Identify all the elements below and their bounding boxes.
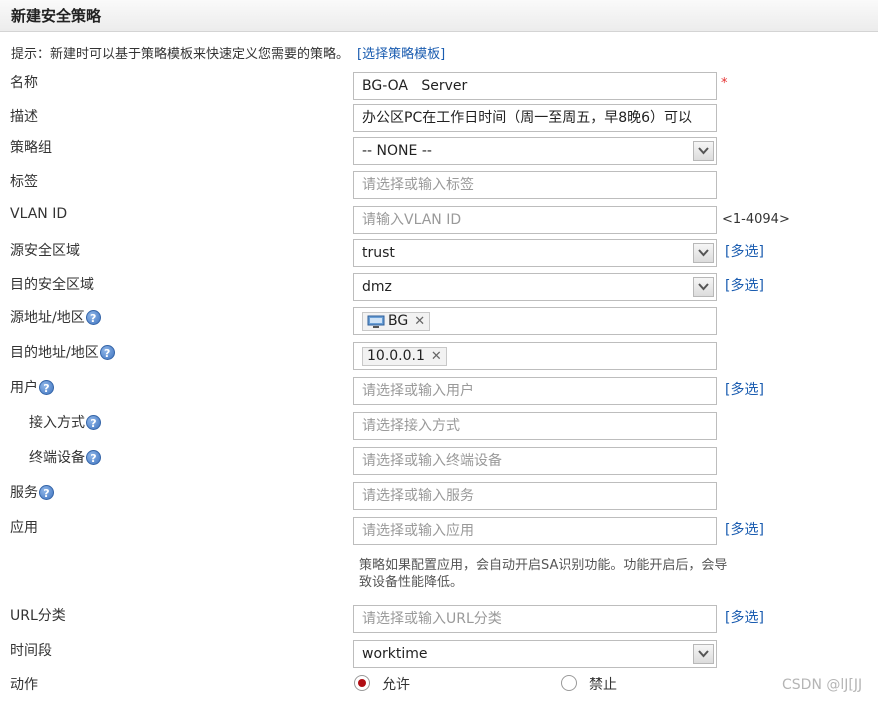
application-note: 策略如果配置应用，会自动开启SA识别功能。功能开启后，会导致设备性能降低。 <box>359 558 728 590</box>
dialog-titlebar: 新建安全策略 <box>0 0 878 32</box>
action-label: 动作 <box>10 677 38 693</box>
src-zone-value: trust <box>362 245 395 261</box>
vlan-label: VLAN ID <box>10 206 68 222</box>
group-select[interactable]: -- NONE -- <box>353 137 717 165</box>
help-icon[interactable]: ? <box>39 484 54 500</box>
dst-zone-value: dmz <box>362 279 392 295</box>
dst-zone-select[interactable]: dmz <box>353 273 717 301</box>
dialog-title: 新建安全策略 <box>11 7 102 25</box>
dst-addr-label: 目的地址/地区? <box>10 342 115 362</box>
chevron-down-icon[interactable] <box>693 277 714 297</box>
service-placeholder: 请选择或输入服务 <box>362 488 474 504</box>
application-label: 应用 <box>10 520 38 536</box>
url-multi-link[interactable]: [多选] <box>725 607 764 627</box>
schedule-value: worktime <box>362 646 428 662</box>
watermark: CSDN @lJ[JJ <box>782 677 863 693</box>
vlan-input[interactable]: 请输入VLAN ID <box>353 206 717 234</box>
name-value: BG-OA Server <box>362 78 468 94</box>
help-icon[interactable]: ? <box>85 309 101 325</box>
tags-label: 标签 <box>10 174 38 190</box>
help-icon[interactable]: ? <box>86 449 101 465</box>
vlan-placeholder: 请输入VLAN ID <box>362 212 462 228</box>
name-label: 名称 <box>10 75 38 91</box>
action-deny-label[interactable]: 禁止 <box>589 674 617 694</box>
service-label: 服务? <box>10 482 54 502</box>
group-label: 策略组 <box>10 140 52 156</box>
dst-addr-field[interactable]: 10.0.0.1 ✕ <box>353 342 717 370</box>
service-input[interactable]: 请选择或输入服务 <box>353 482 717 510</box>
computer-icon <box>367 315 385 328</box>
schedule-select[interactable]: worktime <box>353 640 717 668</box>
terminal-label-text: 终端设备 <box>29 450 85 466</box>
chevron-down-icon[interactable] <box>693 644 714 664</box>
service-label-text: 服务 <box>10 485 38 501</box>
tags-placeholder: 请选择或输入标签 <box>362 177 474 193</box>
user-placeholder: 请选择或输入用户 <box>362 383 474 399</box>
access-input[interactable]: 请选择接入方式 <box>353 412 717 440</box>
src-addr-tag: BG ✕ <box>362 312 431 331</box>
dst-addr-label-text: 目的地址/地区 <box>10 345 99 361</box>
dst-zone-label: 目的安全区域 <box>10 277 94 293</box>
group-value: -- NONE -- <box>362 143 432 159</box>
remove-tag-icon[interactable]: ✕ <box>431 348 442 365</box>
help-icon[interactable]: ? <box>99 344 115 360</box>
chevron-down-icon[interactable] <box>693 243 714 263</box>
src-addr-tag-text: BG <box>388 313 409 329</box>
application-placeholder: 请选择或输入应用 <box>362 523 474 539</box>
src-addr-field[interactable]: BG ✕ <box>353 307 717 335</box>
src-zone-multi-link[interactable]: [多选] <box>725 241 764 261</box>
access-label: 接入方式? <box>29 412 101 432</box>
dst-addr-tag-text: 10.0.0.1 <box>367 348 425 364</box>
application-input[interactable]: 请选择或输入应用 <box>353 517 717 545</box>
schedule-label: 时间段 <box>10 643 52 659</box>
help-icon[interactable]: ? <box>86 414 101 430</box>
select-template-link[interactable]: [选择策略模板] <box>357 47 445 62</box>
url-input[interactable]: 请选择或输入URL分类 <box>353 605 717 633</box>
dst-addr-tag: 10.0.0.1 ✕ <box>362 347 447 366</box>
src-zone-select[interactable]: trust <box>353 239 717 267</box>
terminal-label: 终端设备? <box>29 447 101 467</box>
description-label: 描述 <box>10 109 38 125</box>
help-icon[interactable]: ? <box>39 379 54 395</box>
access-label-text: 接入方式 <box>29 415 85 431</box>
required-marker: * <box>721 76 728 91</box>
remove-tag-icon[interactable]: ✕ <box>414 313 425 330</box>
tags-input[interactable]: 请选择或输入标签 <box>353 171 717 199</box>
description-field[interactable]: 办公区PC在工作日时间（周一至周五，早8晚6）可以 <box>353 104 717 132</box>
src-addr-label-text: 源地址/地区 <box>10 310 85 326</box>
user-input[interactable]: 请选择或输入用户 <box>353 377 717 405</box>
hint-text: 提示：新建时可以基于策略模板来快速定义您需要的策略。 <box>11 47 350 62</box>
vlan-range: <1-4094> <box>722 212 790 227</box>
hint-bar: 提示：新建时可以基于策略模板来快速定义您需要的策略。 [选择策略模板] <box>11 43 445 62</box>
action-allow-label[interactable]: 允许 <box>382 674 410 694</box>
dst-zone-multi-link[interactable]: [多选] <box>725 275 764 295</box>
terminal-input[interactable]: 请选择或输入终端设备 <box>353 447 717 475</box>
url-label: URL分类 <box>10 608 66 624</box>
src-addr-label: 源地址/地区? <box>10 307 101 327</box>
user-label-text: 用户 <box>10 380 38 396</box>
url-placeholder: 请选择或输入URL分类 <box>362 611 502 627</box>
action-deny-radio[interactable] <box>561 675 577 691</box>
chevron-down-icon[interactable] <box>693 141 714 161</box>
user-multi-link[interactable]: [多选] <box>725 379 764 399</box>
terminal-placeholder: 请选择或输入终端设备 <box>362 453 502 469</box>
access-placeholder: 请选择接入方式 <box>362 418 460 434</box>
description-value: 办公区PC在工作日时间（周一至周五，早8晚6）可以 <box>362 110 693 126</box>
action-allow-radio[interactable] <box>354 675 370 691</box>
application-multi-link[interactable]: [多选] <box>725 519 764 539</box>
name-field[interactable]: BG-OA Server <box>353 72 717 100</box>
src-zone-label: 源安全区域 <box>10 243 80 259</box>
user-label: 用户? <box>10 377 54 397</box>
